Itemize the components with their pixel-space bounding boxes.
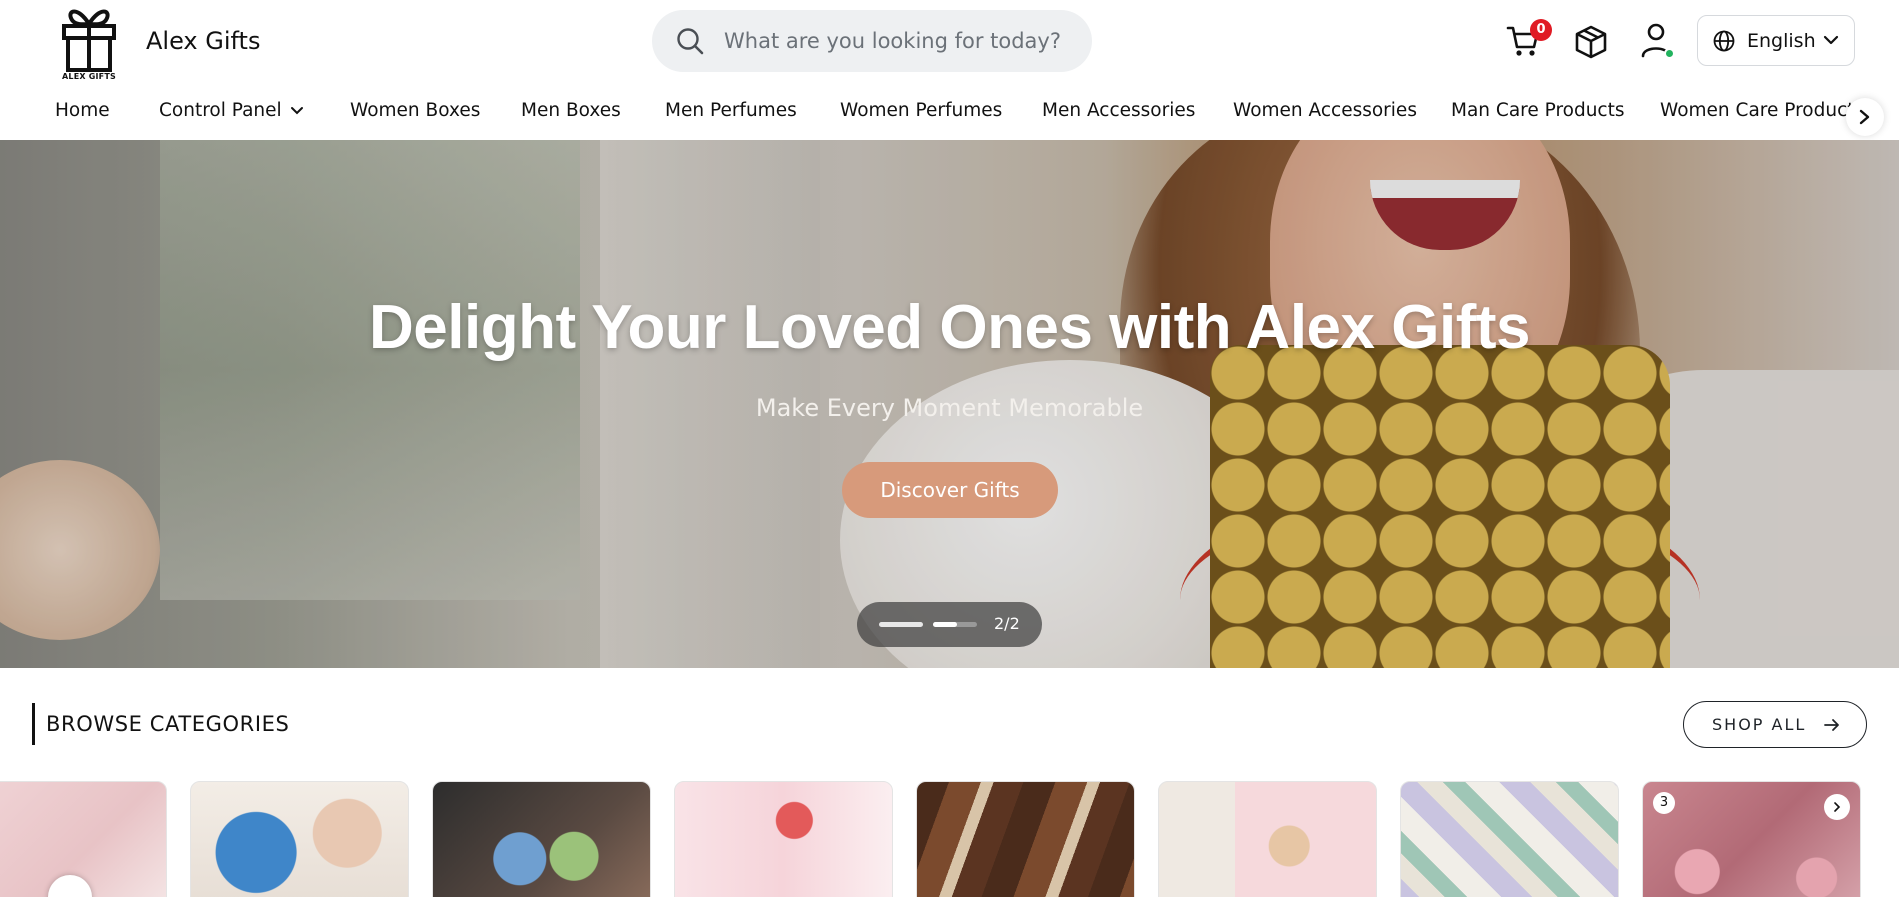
cart-button[interactable]: 0 (1506, 19, 1552, 60)
search-bar[interactable] (652, 10, 1092, 72)
slide-counter: 2/2 (994, 614, 1020, 633)
section-title: BROWSE CATEGORIES (46, 712, 290, 736)
logo-caption: ALEX GIFTS (62, 72, 116, 81)
search-input[interactable] (724, 10, 1074, 72)
hero-banner: Delight Your Loved Ones with Alex Gifts … (0, 140, 1899, 668)
slider-pagination: 2/2 (857, 602, 1042, 647)
brand-logo[interactable]: ALEX GIFTS (56, 0, 122, 84)
chevron-right-icon (1834, 802, 1841, 812)
brand-name[interactable]: Alex Gifts (146, 27, 260, 55)
globe-icon (1713, 30, 1735, 52)
nav-item-men-accessories[interactable]: Men Accessories (1042, 100, 1195, 121)
search-icon[interactable] (676, 27, 704, 55)
chevron-down-icon (290, 107, 303, 115)
category-card[interactable] (1400, 781, 1619, 897)
nav-scroll-right-button[interactable] (1846, 98, 1884, 136)
category-card[interactable] (1158, 781, 1377, 897)
nav-item-control-panel[interactable]: Control Panel (159, 100, 304, 121)
hero-subtitle: Make Every Moment Memorable (755, 394, 1144, 422)
nav-item-home[interactable]: Home (55, 100, 110, 121)
hero-title: Delight Your Loved Ones with Alex Gifts (369, 293, 1530, 362)
category-card[interactable] (674, 781, 893, 897)
top-bar: ALEX GIFTS Alex Gifts 0 (0, 0, 1899, 84)
language-label: English (1747, 30, 1816, 52)
nav-item-women-accessories[interactable]: Women Accessories (1233, 100, 1417, 121)
account-button[interactable] (1640, 22, 1676, 60)
nav-item-women-boxes[interactable]: Women Boxes (350, 100, 480, 121)
category-card[interactable] (190, 781, 409, 897)
online-status-dot (1664, 48, 1675, 59)
nav-item-women-care-products[interactable]: Women Care Products (1660, 100, 1864, 121)
nav-item-man-care-products[interactable]: Man Care Products (1451, 100, 1625, 121)
cart-count-badge: 0 (1530, 19, 1552, 41)
category-card[interactable]: 3 (1642, 781, 1861, 897)
card-index-badge: 3 (1653, 792, 1675, 814)
slide-indicator-2[interactable] (933, 622, 977, 627)
discover-gifts-button[interactable]: Discover Gifts (842, 462, 1058, 518)
section-header: BROWSE CATEGORIES (32, 703, 289, 745)
slide-indicator-1[interactable] (879, 622, 923, 627)
shop-all-button[interactable]: SHOP ALL (1683, 701, 1867, 748)
nav-item-women-perfumes[interactable]: Women Perfumes (840, 100, 1002, 121)
chevron-down-icon (1823, 35, 1839, 45)
slide-progress (933, 622, 957, 627)
category-carousel: 3 (0, 781, 1899, 897)
package-icon[interactable] (1574, 24, 1608, 60)
category-card[interactable] (432, 781, 651, 897)
carousel-next-button[interactable] (1824, 794, 1850, 820)
shop-all-label: SHOP ALL (1712, 715, 1807, 734)
arrow-right-icon (1824, 719, 1839, 731)
main-nav: Home Control Panel Women Boxes Men Boxes… (0, 96, 1899, 140)
language-selector[interactable]: English (1697, 15, 1855, 66)
gift-box-icon (62, 9, 116, 72)
nav-item-men-perfumes[interactable]: Men Perfumes (665, 100, 797, 121)
nav-item-label: Control Panel (159, 100, 282, 121)
nav-item-men-boxes[interactable]: Men Boxes (521, 100, 621, 121)
chevron-right-icon (1859, 109, 1870, 125)
category-card[interactable] (916, 781, 1135, 897)
